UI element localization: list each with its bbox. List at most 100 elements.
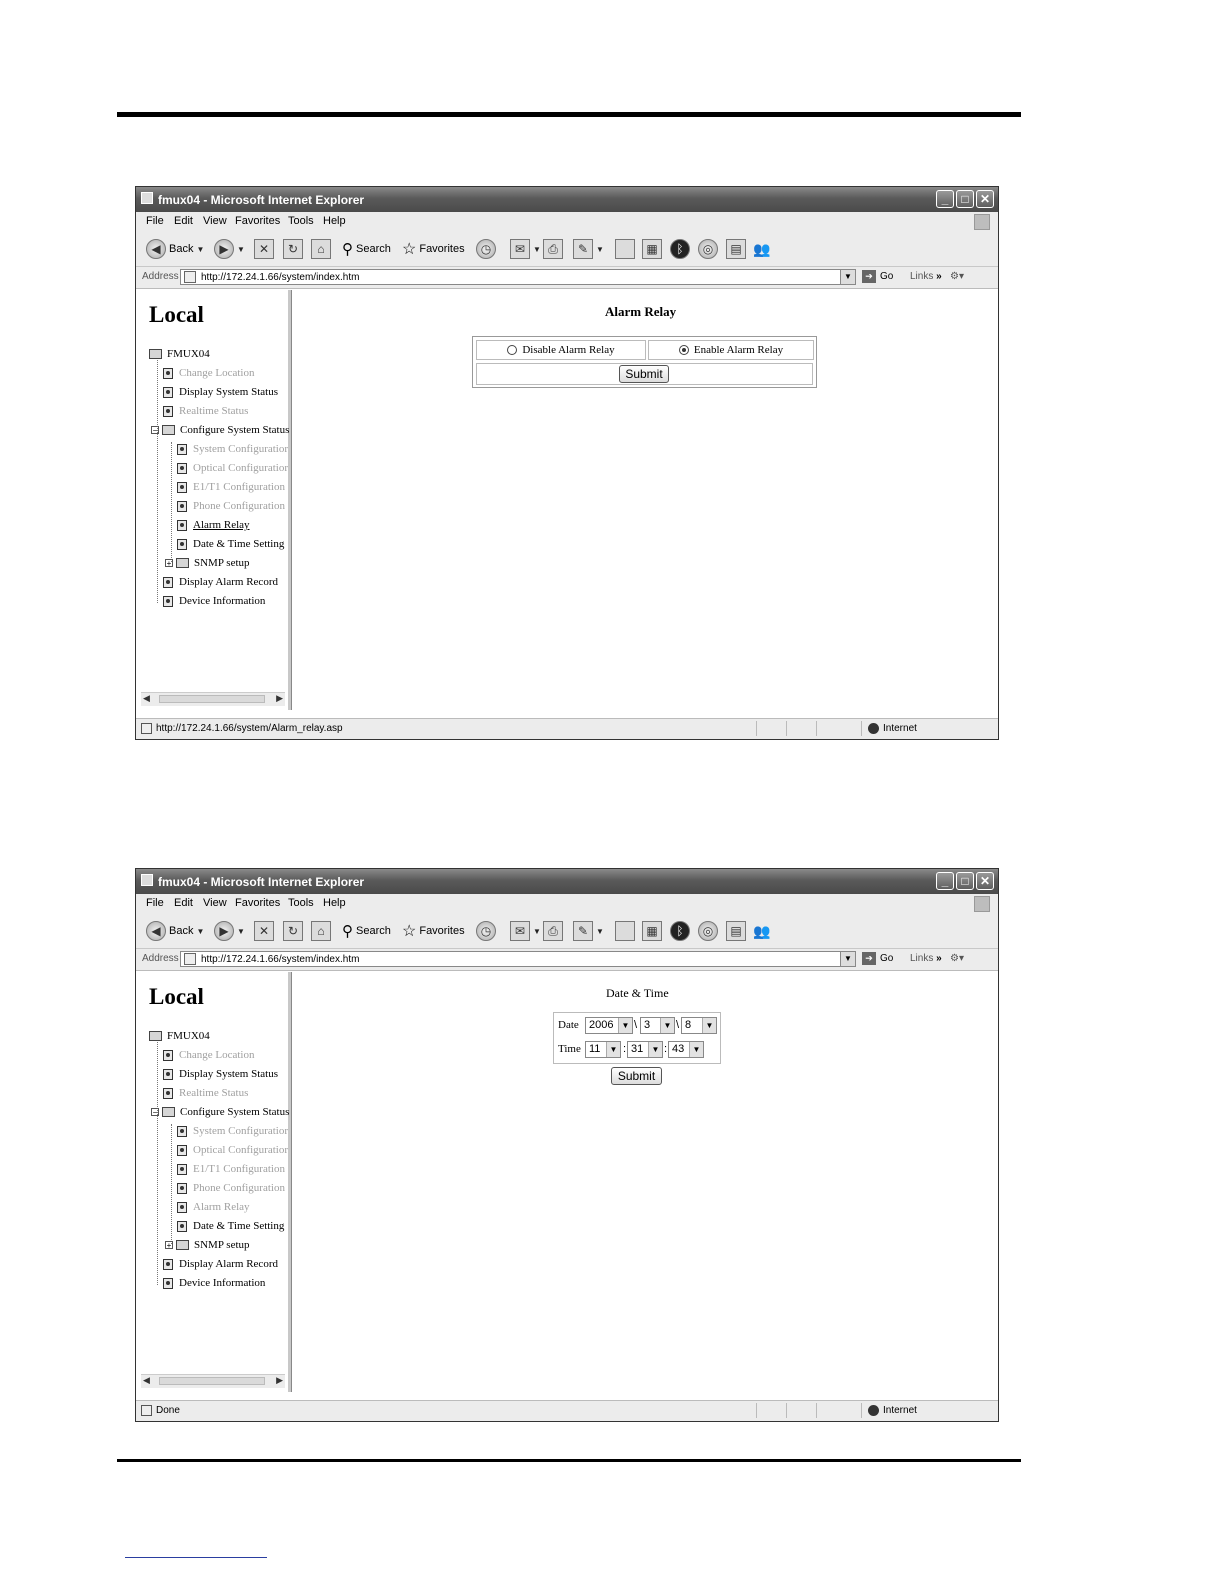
- toolbar-extra-button[interactable]: ▤: [726, 238, 746, 260]
- stop-button[interactable]: ✕: [254, 238, 274, 260]
- address-input[interactable]: http://172.24.1.66/system/index.htm ▼: [180, 951, 856, 967]
- print-button[interactable]: ⎙: [543, 920, 563, 942]
- scroll-thumb[interactable]: [159, 695, 265, 703]
- radio-unselected[interactable]: [507, 345, 518, 355]
- disable-alarm-relay-option[interactable]: Disable Alarm Relay: [476, 340, 646, 360]
- home-button[interactable]: ⌂: [311, 238, 331, 260]
- tree-item-system-configuration[interactable]: System Configuratior: [177, 1125, 288, 1137]
- maximize-button[interactable]: □: [956, 190, 974, 208]
- close-button[interactable]: ✕: [976, 190, 994, 208]
- favorites-button[interactable]: ☆ Favorites: [402, 920, 465, 942]
- tree-root-fmux04[interactable]: FMUX04: [149, 1030, 210, 1042]
- tree-item-e1t1-configuration[interactable]: E1/T1 Configuration: [177, 1163, 285, 1175]
- radio-selected[interactable]: [678, 345, 689, 355]
- links-button[interactable]: Links » ⚙▾: [910, 271, 964, 282]
- messenger-button[interactable]: ◎: [698, 238, 718, 260]
- menu-favorites[interactable]: Favorites: [235, 215, 280, 227]
- year-select[interactable]: 2006 ▼: [585, 1017, 633, 1034]
- menu-help[interactable]: Help: [323, 897, 346, 909]
- forward-button[interactable]: ▶ ▼: [214, 238, 245, 260]
- menu-view[interactable]: View: [203, 215, 227, 227]
- tree-item-optical-configuration[interactable]: Optical Configuratior: [177, 462, 288, 474]
- tree-item-date-time-setting[interactable]: Date & Time Setting: [177, 538, 284, 550]
- hour-select[interactable]: 11 ▼: [585, 1041, 621, 1058]
- tree-item-e1t1-configuration[interactable]: E1/T1 Configuration: [177, 481, 285, 493]
- scroll-thumb[interactable]: [159, 1377, 265, 1385]
- tree-item-alarm-relay[interactable]: Alarm Relay: [177, 519, 250, 531]
- links-button[interactable]: Links » ⚙▾: [910, 953, 964, 964]
- maximize-button[interactable]: □: [956, 872, 974, 890]
- menu-file[interactable]: File: [146, 215, 164, 227]
- home-button[interactable]: ⌂: [311, 920, 331, 942]
- scroll-right-icon[interactable]: ▶: [276, 693, 283, 704]
- search-button[interactable]: ⚲ Search: [342, 238, 391, 260]
- scroll-left-icon[interactable]: ◀: [143, 1375, 150, 1386]
- bluetooth-button[interactable]: ᛒ: [670, 920, 690, 942]
- tree-item-change-location[interactable]: Change Location: [163, 1049, 254, 1061]
- menu-tools[interactable]: Tools: [288, 897, 314, 909]
- contacts-button[interactable]: 👥: [753, 238, 770, 260]
- history-button[interactable]: ◷: [476, 920, 496, 942]
- day-select[interactable]: 8 ▼: [681, 1017, 717, 1034]
- submit-button[interactable]: Submit: [619, 365, 669, 383]
- enable-alarm-relay-option[interactable]: Enable Alarm Relay: [648, 340, 814, 360]
- research-button[interactable]: ▦: [642, 238, 662, 260]
- history-button[interactable]: ◷: [476, 238, 496, 260]
- toolbar-extra-button[interactable]: ▤: [726, 920, 746, 942]
- month-select[interactable]: 3 ▼: [640, 1017, 675, 1034]
- discuss-button[interactable]: [615, 920, 635, 942]
- research-button[interactable]: ▦: [642, 920, 662, 942]
- mail-button[interactable]: ✉ ▼: [510, 920, 541, 942]
- menu-view[interactable]: View: [203, 897, 227, 909]
- print-button[interactable]: ⎙: [543, 238, 563, 260]
- search-button[interactable]: ⚲ Search: [342, 920, 391, 942]
- collapse-icon[interactable]: −: [151, 426, 159, 435]
- menu-help[interactable]: Help: [323, 215, 346, 227]
- second-select[interactable]: 43 ▼: [668, 1041, 704, 1058]
- back-button[interactable]: ◀ Back ▼: [146, 238, 204, 260]
- tree-item-snmp-setup[interactable]: + SNMP setup: [165, 1239, 250, 1251]
- chevron-down-icon[interactable]: ▼: [840, 952, 855, 966]
- menu-favorites[interactable]: Favorites: [235, 897, 280, 909]
- minute-select[interactable]: 31 ▼: [627, 1041, 663, 1058]
- tree-item-display-alarm-record[interactable]: Display Alarm Record: [163, 1258, 278, 1270]
- submit-button[interactable]: Submit: [611, 1067, 662, 1085]
- tree-item-display-alarm-record[interactable]: Display Alarm Record: [163, 576, 278, 588]
- menu-file[interactable]: File: [146, 897, 164, 909]
- tree-item-phone-configuration[interactable]: Phone Configuration: [177, 500, 285, 512]
- back-button[interactable]: ◀ Back ▼: [146, 920, 204, 942]
- bluetooth-button[interactable]: ᛒ: [670, 238, 690, 260]
- go-button[interactable]: ➔ Go: [862, 952, 893, 965]
- edit-button[interactable]: ✎ ▼: [573, 238, 604, 260]
- tree-item-date-time-setting[interactable]: Date & Time Setting: [177, 1220, 284, 1232]
- discuss-button[interactable]: [615, 238, 635, 260]
- tree-item-device-information[interactable]: Device Information: [163, 1277, 265, 1289]
- tree-item-display-system-status[interactable]: Display System Status: [163, 386, 278, 398]
- tree-item-system-configuration[interactable]: System Configuratior: [177, 443, 288, 455]
- expand-icon[interactable]: +: [165, 1241, 173, 1250]
- menu-tools[interactable]: Tools: [288, 215, 314, 227]
- chevron-down-icon[interactable]: ▼: [840, 270, 855, 284]
- edit-button[interactable]: ✎ ▼: [573, 920, 604, 942]
- expand-icon[interactable]: +: [165, 559, 173, 568]
- menu-edit[interactable]: Edit: [174, 215, 193, 227]
- minimize-button[interactable]: _: [936, 872, 954, 890]
- contacts-button[interactable]: 👥: [753, 920, 770, 942]
- tree-item-change-location[interactable]: Change Location: [163, 367, 254, 379]
- favorites-button[interactable]: ☆ Favorites: [402, 238, 465, 260]
- collapse-icon[interactable]: −: [151, 1108, 159, 1117]
- tree-item-configure-system-status[interactable]: − Configure System Status: [151, 424, 289, 436]
- mail-button[interactable]: ✉ ▼: [510, 238, 541, 260]
- scroll-left-icon[interactable]: ◀: [143, 693, 150, 704]
- stop-button[interactable]: ✕: [254, 920, 274, 942]
- tree-item-phone-configuration[interactable]: Phone Configuration: [177, 1182, 285, 1194]
- tree-item-snmp-setup[interactable]: + SNMP setup: [165, 557, 250, 569]
- go-button[interactable]: ➔ Go: [862, 270, 893, 283]
- refresh-button[interactable]: ↻: [283, 920, 303, 942]
- tree-item-alarm-relay[interactable]: Alarm Relay: [177, 1201, 250, 1213]
- address-input[interactable]: http://172.24.1.66/system/index.htm ▼: [180, 269, 856, 285]
- horizontal-scrollbar[interactable]: ◀ ▶: [141, 692, 285, 706]
- messenger-button[interactable]: ◎: [698, 920, 718, 942]
- scroll-right-icon[interactable]: ▶: [276, 1375, 283, 1386]
- tree-item-optical-configuration[interactable]: Optical Configuratior: [177, 1144, 288, 1156]
